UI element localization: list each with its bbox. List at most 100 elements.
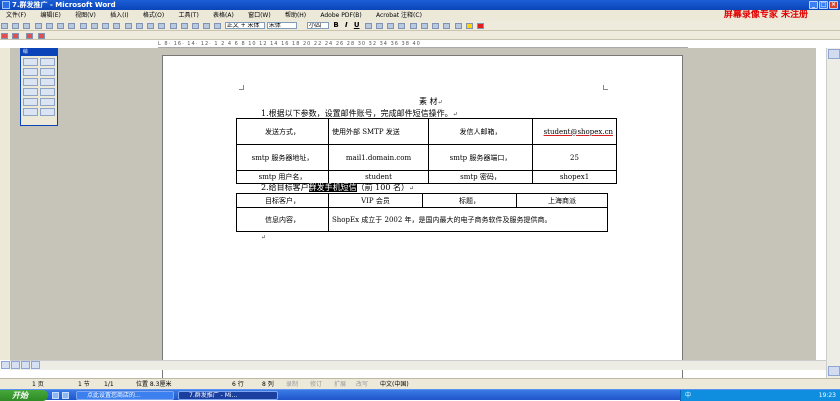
redo-icon[interactable] (158, 23, 166, 29)
undo-icon[interactable] (147, 23, 155, 29)
menu-table[interactable]: 表格(A) (207, 10, 240, 21)
palette-wordart-icon[interactable] (23, 98, 38, 106)
menu-edit[interactable]: 编辑(E) (34, 10, 66, 21)
print-icon[interactable] (57, 23, 65, 29)
status-overtype[interactable]: 改写 (356, 379, 368, 389)
palette-arrow-icon[interactable] (40, 68, 55, 76)
status-extend[interactable]: 扩展 (334, 379, 346, 389)
preview-icon[interactable] (68, 23, 76, 29)
view-buttons (0, 360, 48, 370)
align-left-icon[interactable] (364, 23, 372, 29)
palette-vtextbox-icon[interactable] (40, 88, 55, 96)
show-marks-icon[interactable] (214, 23, 222, 29)
style-dropdown[interactable]: 正文 + 宋体 (224, 22, 265, 29)
menu-insert[interactable]: 插入(I) (104, 10, 134, 21)
columns-icon[interactable] (191, 23, 199, 29)
horizontal-scrollbar[interactable] (10, 360, 826, 370)
palette-picture-icon[interactable] (40, 108, 55, 116)
status-line: 6 行 (232, 381, 244, 388)
highlight-icon[interactable] (465, 23, 473, 29)
web-view-icon[interactable] (11, 361, 20, 369)
t2-r1-c1: 目标客户， (236, 193, 329, 208)
menu-window[interactable]: 窗口(W) (242, 10, 277, 21)
minimize-button[interactable]: _ (809, 1, 818, 9)
quicklaunch-desktop-icon[interactable] (52, 392, 59, 399)
menu-format[interactable]: 格式(O) (137, 10, 170, 21)
close-button[interactable]: × (829, 1, 838, 9)
spelling-icon[interactable] (79, 23, 87, 29)
task-browser[interactable]: 点此设置您商店的... (76, 391, 174, 400)
copy-icon[interactable] (113, 23, 121, 29)
menu-file[interactable]: 文件(F) (0, 10, 32, 21)
drawing-icon[interactable] (203, 23, 211, 29)
cut-icon[interactable] (102, 23, 110, 29)
pdf-review-icon[interactable] (26, 33, 34, 39)
numbering-icon[interactable] (420, 23, 428, 29)
status-pages: 1/1 (104, 381, 114, 388)
paste-icon[interactable] (124, 23, 132, 29)
align-right-icon[interactable] (387, 23, 395, 29)
palette-select-icon[interactable] (23, 58, 38, 66)
permission-icon[interactable] (34, 23, 42, 29)
indent-icon[interactable] (443, 23, 451, 29)
outline-view-icon[interactable] (31, 361, 40, 369)
pdf-convert-icon[interactable] (1, 33, 8, 39)
status-record[interactable]: 录制 (286, 379, 298, 389)
menu-adobe-pdf[interactable]: Adobe PDF(B) (314, 10, 367, 21)
normal-view-icon[interactable] (1, 361, 10, 369)
font-color-icon[interactable] (477, 23, 485, 29)
clock[interactable]: 19:23 (819, 390, 836, 401)
menu-tools[interactable]: 工具(T) (172, 10, 204, 21)
document-page[interactable]: 素 材↵ 1.根据以下参数，设置邮件账号，完成邮件短信操作。↵ 发送方式， 使用… (162, 55, 683, 400)
maximize-button[interactable]: □ (819, 1, 828, 9)
palette-rect-icon[interactable] (23, 78, 38, 86)
underline-button[interactable]: U (352, 21, 362, 30)
quicklaunch-ie-icon[interactable] (62, 392, 69, 399)
scroll-down-button[interactable] (828, 366, 840, 376)
size-dropdown[interactable]: 小四 (307, 22, 330, 29)
smtp-settings-table: 发送方式， 使用外部 SMTP 发送 发信人邮箱， student@shopex… (236, 118, 617, 184)
justify-icon[interactable] (398, 23, 406, 29)
italic-button[interactable]: I (343, 21, 350, 30)
palette-line-icon[interactable] (23, 68, 38, 76)
font-dropdown[interactable]: 宋体 (266, 22, 297, 29)
start-button[interactable]: 开始 (0, 390, 48, 401)
palette-rotate-icon[interactable] (40, 58, 55, 66)
email-icon[interactable] (45, 23, 53, 29)
menu-view[interactable]: 视图(V) (69, 10, 102, 21)
scroll-up-button[interactable] (828, 49, 840, 59)
ime-indicator[interactable]: 中 (685, 391, 691, 400)
vertical-scrollbar[interactable] (826, 48, 840, 378)
table-icon[interactable] (180, 23, 188, 29)
research-icon[interactable] (90, 23, 98, 29)
open-icon[interactable] (12, 23, 20, 29)
horizontal-ruler[interactable]: L 8· 16· 14· 12· 1 2 4 6 8 10 12 14 16 1… (158, 40, 688, 48)
format-painter-icon[interactable] (135, 23, 143, 29)
palette-textbox-icon[interactable] (23, 88, 38, 96)
ruler-ticks: L 8· 16· 14· 12· 1 2 4 6 8 10 12 14 16 1… (158, 41, 421, 47)
palette-diagram-icon[interactable] (40, 98, 55, 106)
formatting-toolbar: 正文 + 宋体 宋体 小四 B I U (0, 21, 840, 31)
hyperlink-icon[interactable] (169, 23, 177, 29)
align-center-icon[interactable] (375, 23, 383, 29)
pdf-email-icon[interactable] (12, 33, 20, 39)
bold-button[interactable]: B (331, 21, 340, 30)
t1-r1-c1: 发送方式， (236, 118, 329, 145)
palette-clipart-icon[interactable] (23, 108, 38, 116)
secondary-toolbar (0, 31, 840, 40)
task-word[interactable]: 7.群发推广 - Mi... (178, 391, 278, 400)
pdf-comment-icon[interactable] (37, 33, 45, 39)
word-app-icon (2, 1, 10, 9)
new-doc-icon[interactable] (1, 23, 8, 29)
print-view-icon[interactable] (21, 361, 30, 369)
menu-acrobat-comments[interactable]: Acrobat 注释(C) (370, 10, 428, 21)
t2-r2-c1: 信息内容， (236, 207, 329, 232)
palette-oval-icon[interactable] (40, 78, 55, 86)
save-icon[interactable] (23, 23, 31, 29)
border-icon[interactable] (454, 23, 462, 29)
selected-text[interactable]: 群发手机短信 (308, 183, 357, 192)
menu-help[interactable]: 帮助(H) (279, 10, 312, 21)
bullets-icon[interactable] (432, 23, 440, 29)
line-spacing-icon[interactable] (409, 23, 417, 29)
status-track[interactable]: 修订 (310, 379, 322, 389)
